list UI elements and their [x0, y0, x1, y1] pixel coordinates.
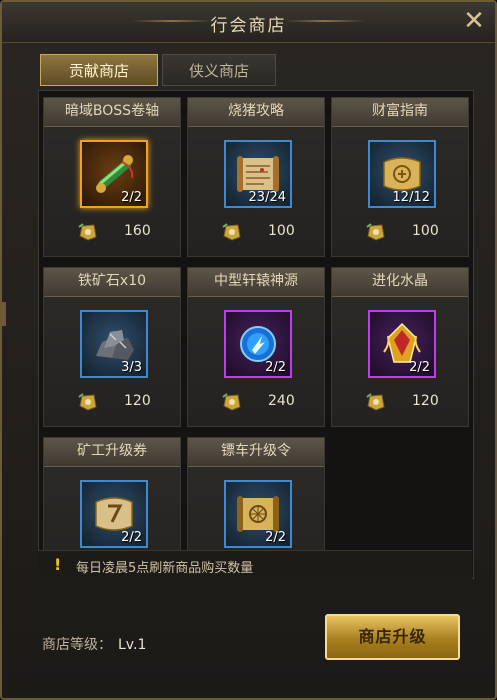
item-icon-frame[interactable]: 2/2 — [80, 480, 148, 548]
item-stock: 23/24 — [248, 190, 286, 205]
item-icon-frame[interactable]: 2/2 — [80, 140, 148, 208]
notice-text: 每日凌晨5点刷新商品购买数量 — [76, 561, 254, 576]
item-name: 镖车升级令 — [188, 438, 324, 467]
item-price: 100 — [268, 223, 295, 239]
contribution-coin-icon — [366, 223, 385, 241]
item-stock: 2/2 — [121, 530, 142, 545]
item-card[interactable]: 财富指南 12/12 100 — [331, 97, 469, 257]
item-stock: 12/12 — [392, 190, 430, 205]
item-icon-frame[interactable]: 3/3 — [80, 310, 148, 378]
item-stock: 2/2 — [265, 530, 286, 545]
item-stock: 2/2 — [121, 190, 142, 205]
item-icon-frame[interactable]: 2/2 — [368, 310, 436, 378]
exclamation-icon: ! — [54, 555, 62, 574]
item-icon-frame[interactable]: 2/2 — [224, 310, 292, 378]
refresh-notice: ! 每日凌晨5点刷新商品购买数量 — [38, 550, 472, 579]
item-card[interactable]: 铁矿石x10 3/3 120 — [43, 267, 181, 427]
item-stock: 2/2 — [265, 360, 286, 375]
guild-shop-window: 行会商店 ✕ 贡献商店 侠义商店 暗域BOSS卷轴 2/2 160 烧猪攻略 2… — [0, 0, 497, 700]
item-card[interactable]: 中型轩辕神源 2/2 240 — [187, 267, 325, 427]
item-name: 暗域BOSS卷轴 — [44, 98, 180, 127]
item-icon-frame[interactable]: 12/12 — [368, 140, 436, 208]
contribution-coin-icon — [78, 393, 97, 411]
contribution-coin-icon — [366, 393, 385, 411]
item-icon-frame[interactable]: 2/2 — [224, 480, 292, 548]
item-stock: 2/2 — [409, 360, 430, 375]
item-price: 100 — [412, 223, 439, 239]
item-name: 矿工升级券 — [44, 438, 180, 467]
item-grid: 暗域BOSS卷轴 2/2 160 烧猪攻略 23/24 100 财富指南 12/… — [38, 90, 474, 579]
side-ornament — [2, 302, 6, 326]
contribution-coin-icon — [78, 223, 97, 241]
contribution-coin-icon — [222, 393, 241, 411]
item-icon-frame[interactable]: 23/24 — [224, 140, 292, 208]
item-price: 160 — [124, 223, 151, 239]
shop-level: 商店等级： Lv.1 — [42, 634, 146, 654]
window-title: 行会商店 — [210, 16, 287, 36]
item-card[interactable]: 烧猪攻略 23/24 100 — [187, 97, 325, 257]
contribution-coin-icon — [222, 223, 241, 241]
close-icon[interactable]: ✕ — [459, 6, 489, 36]
item-price: 120 — [124, 393, 151, 409]
shop-level-value: Lv.1 — [118, 637, 147, 653]
item-name: 中型轩辕神源 — [188, 268, 324, 297]
shop-upgrade-button[interactable]: 商店升级 — [325, 614, 460, 660]
item-stock: 3/3 — [121, 360, 142, 375]
tab-chivalry-shop[interactable]: 侠义商店 — [162, 54, 276, 86]
item-card[interactable]: 进化水晶 2/2 120 — [331, 267, 469, 427]
item-name: 铁矿石x10 — [44, 268, 180, 297]
item-name: 进化水晶 — [332, 268, 468, 297]
item-card[interactable]: 暗域BOSS卷轴 2/2 160 — [43, 97, 181, 257]
title-bar: 行会商店 ✕ — [2, 2, 495, 43]
item-name: 财富指南 — [332, 98, 468, 127]
tab-contribution-shop[interactable]: 贡献商店 — [40, 54, 158, 86]
item-price: 120 — [412, 393, 439, 409]
item-name: 烧猪攻略 — [188, 98, 324, 127]
item-price: 240 — [268, 393, 295, 409]
shop-level-label: 商店等级： — [42, 637, 112, 653]
